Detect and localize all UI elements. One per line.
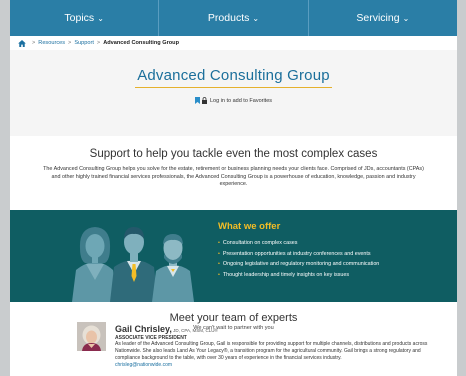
breadcrumb-current: Advanced Consulting Group — [103, 40, 180, 46]
chevron-down-icon: ⌄ — [97, 13, 104, 23]
bullet-icon: • — [218, 261, 220, 268]
man-figure-center — [110, 227, 158, 302]
nav-products-label: Products — [207, 12, 250, 24]
nav-products[interactable]: Products ⌄ — [159, 0, 309, 36]
breadcrumb: > Resources > Support > Advanced Consult… — [10, 36, 457, 50]
offer-item-text: Consultation on complex cases — [222, 240, 298, 246]
list-item: • Thought leadership and timely insights … — [218, 270, 379, 281]
expert-name-line: Gail Chrisley, JD, CPA, MSM, CLU® — [115, 324, 445, 334]
breadcrumb-separator: > — [68, 40, 72, 46]
expert-card: Gail Chrisley, JD, CPA, MSM, CLU® ASSOCI… — [10, 318, 457, 376]
support-heading: Support to help you tackle even the most… — [89, 148, 378, 160]
page-title: Advanced Consulting Group — [135, 67, 332, 88]
hero: Advanced Consulting Group Log in to add … — [10, 50, 457, 136]
bullet-icon: • — [218, 240, 220, 246]
expert-credentials: JD, CPA, MSM, CLU® — [171, 328, 218, 333]
breadcrumb-support[interactable]: Support — [74, 40, 94, 46]
page: Topics ⌄ Products ⌄ Servicing ⌄ > Resour… — [10, 0, 457, 376]
support-body: The Advanced Consulting Group helps you … — [43, 166, 424, 188]
man-figure-right — [152, 234, 194, 302]
list-item: • Presentation opportunities at industry … — [218, 249, 379, 260]
offer-list: • Consultation on complex cases • Presenta… — [218, 238, 379, 280]
offer-section: What we offer • Consultation on complex c… — [10, 210, 457, 302]
chevron-down-icon: ⌄ — [402, 13, 410, 23]
woman-figure — [72, 227, 117, 302]
expert-info: Gail Chrisley, JD, CPA, MSM, CLU® ASSOCI… — [115, 324, 445, 368]
nav-topics[interactable]: Topics ⌄ — [10, 0, 160, 36]
avatar — [77, 322, 106, 351]
offer-item-text: Thought leadership and timely insights o… — [222, 271, 350, 278]
list-item: • Ongoing legislative and regulatory moni… — [218, 259, 379, 270]
bullet-icon: • — [218, 271, 220, 278]
expert-bio: As leader of the Advanced Consulting Gro… — [115, 341, 428, 361]
offer-item-text: Ongoing legislative and regulatory monit… — [222, 261, 380, 268]
breadcrumb-separator: > — [32, 40, 36, 46]
favorites-label: Log in to add to Favorites — [209, 97, 273, 104]
chevron-down-icon: ⌄ — [252, 13, 260, 23]
nav-topics-label: Topics — [64, 12, 95, 24]
home-icon[interactable] — [18, 39, 26, 47]
breadcrumb-separator: > — [96, 40, 101, 46]
support-section: Support to help you tackle even the most… — [10, 136, 457, 210]
offer-item-text: Presentation opportunities at industry c… — [222, 250, 371, 257]
offer-text: What we offer • Consultation on complex c… — [218, 221, 379, 280]
breadcrumb-resources[interactable]: Resources — [38, 40, 65, 46]
bullet-icon: • — [218, 250, 220, 257]
team-illustration — [72, 227, 194, 302]
nav-servicing[interactable]: Servicing ⌄ — [309, 0, 457, 36]
bookmark-icon — [194, 97, 200, 104]
expert-name: Gail Chrisley, — [115, 324, 172, 334]
lock-icon — [201, 97, 207, 104]
offer-heading: What we offer — [218, 221, 281, 232]
top-nav: Topics ⌄ Products ⌄ Servicing ⌄ — [10, 0, 457, 36]
nav-servicing-label: Servicing — [356, 12, 400, 24]
favorites-link[interactable]: Log in to add to Favorites — [10, 97, 457, 104]
list-item: • Consultation on complex cases — [218, 238, 379, 249]
expert-email[interactable]: chrisleg@nationwide.com — [115, 362, 445, 368]
